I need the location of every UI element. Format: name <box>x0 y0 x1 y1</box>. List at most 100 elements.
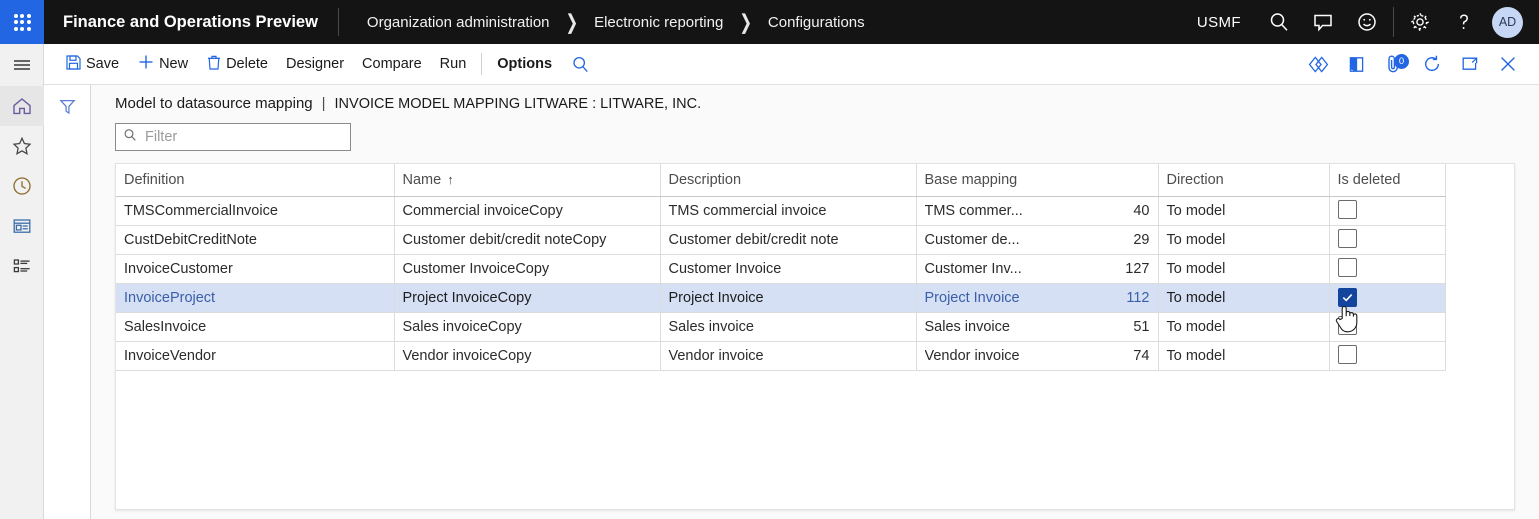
cell-definition[interactable]: SalesInvoice <box>116 312 395 342</box>
cell-base-mapping-label: Sales invoice <box>924 318 1010 335</box>
cell-name[interactable]: Customer debit/credit noteCopy <box>394 225 661 255</box>
breadcrumb-item-configurations[interactable]: Configurations <box>766 14 867 31</box>
cell-definition[interactable]: CustDebitCreditNote <box>116 225 395 255</box>
cell-is-deleted[interactable] <box>1329 312 1446 342</box>
column-header-base-mapping[interactable]: Base mapping <box>916 164 1159 197</box>
avatar[interactable]: AD <box>1492 6 1523 38</box>
cell-definition[interactable]: TMSCommercialInvoice <box>116 196 395 226</box>
cell-direction[interactable]: To model <box>1158 283 1330 313</box>
is-deleted-checkbox[interactable] <box>1337 288 1357 307</box>
column-header-is-deleted[interactable]: Is deleted <box>1329 164 1446 197</box>
cell-name[interactable]: Customer InvoiceCopy <box>394 254 661 284</box>
quick-filter[interactable] <box>115 123 351 151</box>
cell-definition[interactable]: InvoiceProject <box>116 283 395 313</box>
plus-icon <box>137 53 155 75</box>
grid-body: TMSCommercialInvoice Commercial invoiceC… <box>116 196 1446 371</box>
app-title[interactable]: Finance and Operations Preview <box>44 13 338 32</box>
cell-base-mapping[interactable]: Customer Inv... 127 <box>916 254 1159 284</box>
cell-base-mapping[interactable]: Customer de... 29 <box>916 225 1159 255</box>
table-row-selected[interactable]: InvoiceProject Project InvoiceCopy Proje… <box>116 283 1446 313</box>
is-deleted-checkbox[interactable] <box>1337 257 1357 277</box>
search-icon[interactable] <box>1257 0 1301 44</box>
cell-base-mapping-label: Customer de... <box>924 231 1020 248</box>
cell-base-mapping[interactable]: Sales invoice 51 <box>916 312 1159 342</box>
attachments-icon[interactable]: 0 <box>1375 44 1413 85</box>
table-row[interactable]: SalesInvoice Sales invoiceCopy Sales inv… <box>116 312 1446 342</box>
clock-icon[interactable] <box>0 166 44 206</box>
cell-is-deleted[interactable] <box>1329 196 1446 226</box>
options-button[interactable]: Options <box>488 44 561 85</box>
compare-button[interactable]: Compare <box>353 44 431 85</box>
column-header-name[interactable]: Name ↑ <box>394 164 661 197</box>
table-row[interactable]: TMSCommercialInvoice Commercial invoiceC… <box>116 196 1446 226</box>
cell-direction[interactable]: To model <box>1158 196 1330 226</box>
cell-direction[interactable]: To model <box>1158 312 1330 342</box>
help-icon[interactable] <box>1442 0 1486 44</box>
column-header-description[interactable]: Description <box>660 164 917 197</box>
gear-icon[interactable] <box>1398 0 1442 44</box>
cell-is-deleted[interactable] <box>1329 254 1446 284</box>
table-row[interactable]: InvoiceCustomer Customer InvoiceCopy Cus… <box>116 254 1446 284</box>
sort-ascending-icon: ↑ <box>447 171 454 187</box>
cell-direction[interactable]: To model <box>1158 254 1330 284</box>
breadcrumb: Organization administration ❯ Electronic… <box>339 11 867 34</box>
app-launcher-icon[interactable] <box>0 0 44 44</box>
cell-base-mapping[interactable]: TMS commer... 40 <box>916 196 1159 226</box>
save-icon <box>65 54 82 75</box>
navigation-rail <box>0 44 44 519</box>
open-in-new-window-icon[interactable] <box>1451 44 1489 85</box>
is-deleted-checkbox[interactable] <box>1337 228 1357 248</box>
cell-description[interactable]: Customer Invoice <box>660 254 917 284</box>
star-icon[interactable] <box>0 126 44 166</box>
column-header-definition-label: Definition <box>124 171 185 188</box>
hamburger-icon[interactable] <box>0 44 44 86</box>
cell-description[interactable]: Project Invoice <box>660 283 917 313</box>
cell-name[interactable]: Vendor invoiceCopy <box>394 341 661 371</box>
breadcrumb-item-electronic-reporting[interactable]: Electronic reporting <box>592 14 725 31</box>
cell-name[interactable]: Sales invoiceCopy <box>394 312 661 342</box>
workspaces-icon[interactable] <box>0 206 44 246</box>
filter-input[interactable] <box>143 125 333 149</box>
designer-button[interactable]: Designer <box>277 44 353 85</box>
cell-description[interactable]: Vendor invoice <box>660 341 917 371</box>
home-icon[interactable] <box>0 86 44 126</box>
cell-is-deleted[interactable] <box>1329 225 1446 255</box>
cell-direction[interactable]: To model <box>1158 341 1330 371</box>
cell-name[interactable]: Commercial invoiceCopy <box>394 196 661 226</box>
table-row[interactable]: CustDebitCreditNote Customer debit/credi… <box>116 225 1446 255</box>
cell-description[interactable]: Sales invoice <box>660 312 917 342</box>
column-header-direction[interactable]: Direction <box>1158 164 1330 197</box>
cell-definition[interactable]: InvoiceVendor <box>116 341 395 371</box>
modules-icon[interactable] <box>0 246 44 286</box>
filter-funnel-icon[interactable] <box>44 85 91 127</box>
is-deleted-checkbox[interactable] <box>1337 199 1357 219</box>
is-deleted-checkbox[interactable] <box>1337 315 1357 335</box>
delete-button[interactable]: Delete <box>197 44 277 85</box>
cell-direction[interactable]: To model <box>1158 225 1330 255</box>
close-icon[interactable] <box>1489 44 1527 85</box>
is-deleted-checkbox[interactable] <box>1337 344 1357 364</box>
column-header-definition[interactable]: Definition <box>116 164 395 197</box>
save-button[interactable]: Save <box>56 44 128 85</box>
cell-is-deleted[interactable] <box>1329 341 1446 371</box>
action-pane-left-group: Save New Delete Designer Compare Run Opt… <box>44 44 599 85</box>
cell-base-mapping[interactable]: Vendor invoice 74 <box>916 341 1159 371</box>
run-button[interactable]: Run <box>431 44 476 85</box>
personalize-icon[interactable] <box>1299 44 1337 85</box>
designer-button-label: Designer <box>286 56 345 72</box>
feedback-smiley-icon[interactable] <box>1345 0 1389 44</box>
cell-description[interactable]: Customer debit/credit note <box>660 225 917 255</box>
table-row[interactable]: InvoiceVendor Vendor invoiceCopy Vendor … <box>116 341 1446 371</box>
cell-name[interactable]: Project InvoiceCopy <box>394 283 661 313</box>
toolbar-search-icon[interactable] <box>561 44 599 85</box>
cell-definition[interactable]: InvoiceCustomer <box>116 254 395 284</box>
cell-description[interactable]: TMS commercial invoice <box>660 196 917 226</box>
cell-base-mapping[interactable]: Project Invoice 112 <box>916 283 1159 313</box>
company-selector[interactable]: USMF <box>1181 14 1257 31</box>
new-button[interactable]: New <box>128 44 197 85</box>
share-icon[interactable] <box>1337 44 1375 85</box>
breadcrumb-item-organization-administration[interactable]: Organization administration <box>365 14 552 31</box>
message-icon[interactable] <box>1301 0 1345 44</box>
refresh-icon[interactable] <box>1413 44 1451 85</box>
cell-is-deleted[interactable] <box>1329 283 1446 313</box>
